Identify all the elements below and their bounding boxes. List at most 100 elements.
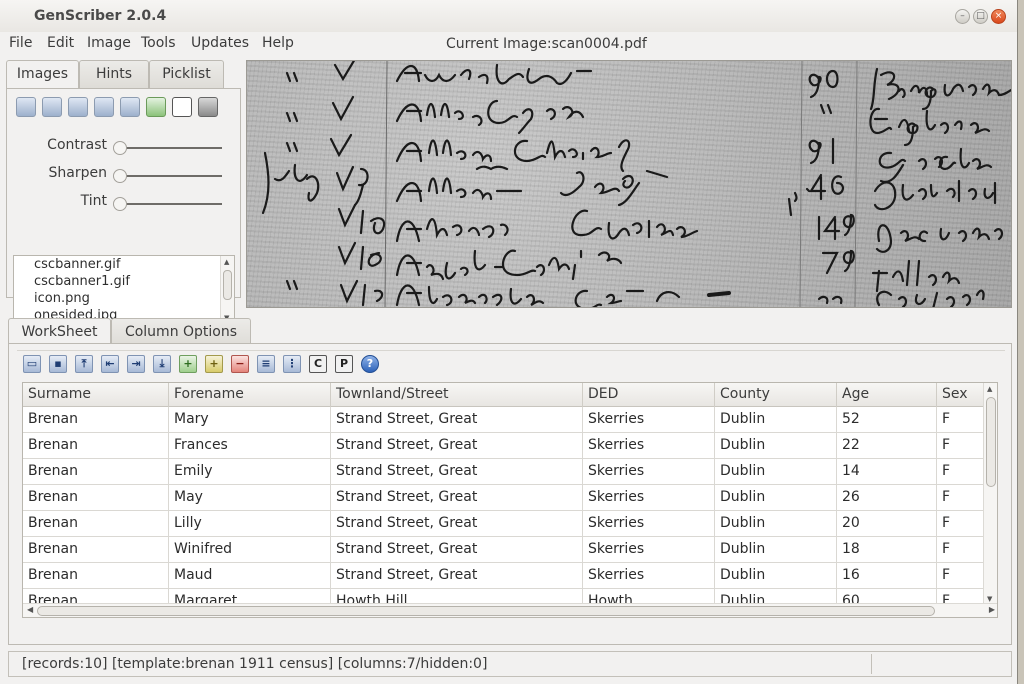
table-row[interactable]: Brenan Mary Strand Street, Great Skerries Du…: [23, 407, 985, 433]
tab-images[interactable]: Images: [6, 60, 79, 89]
cell-townland[interactable]: Strand Street, Great: [331, 511, 583, 537]
table-vertical-scrollbar[interactable]: ▲ ▼: [983, 383, 997, 605]
last-record-icon[interactable]: ⤓: [153, 355, 171, 373]
open-image-icon[interactable]: [16, 97, 36, 117]
cell-county[interactable]: Dublin: [715, 563, 837, 589]
zoom-fit-icon[interactable]: [120, 97, 140, 117]
cell-age[interactable]: 52: [837, 407, 937, 433]
column-header-forename[interactable]: Forename: [169, 383, 331, 407]
minimize-icon[interactable]: –: [955, 9, 970, 24]
cell-sex[interactable]: F: [937, 433, 985, 459]
column-header-county[interactable]: County: [715, 383, 837, 407]
cell-ded[interactable]: Skerries: [583, 459, 715, 485]
scroll-right-icon[interactable]: ▶: [989, 605, 995, 614]
save-icon[interactable]: ▪: [49, 355, 67, 373]
cell-county[interactable]: Dublin: [715, 407, 837, 433]
scroll-up-icon[interactable]: ▲: [224, 258, 229, 266]
cell-sex[interactable]: F: [937, 485, 985, 511]
cell-ded[interactable]: Skerries: [583, 433, 715, 459]
cell-ded[interactable]: Skerries: [583, 407, 715, 433]
cell-age[interactable]: 26: [837, 485, 937, 511]
cell-surname[interactable]: Brenan: [23, 563, 169, 589]
cell-ded[interactable]: Skerries: [583, 537, 715, 563]
cell-sex[interactable]: F: [937, 511, 985, 537]
cell-surname[interactable]: Brenan: [23, 511, 169, 537]
zoom-actual-icon[interactable]: [94, 97, 114, 117]
title-bar[interactable]: GenScriber 2.0.4 – □ ×: [0, 0, 1017, 32]
scroll-thumb[interactable]: [223, 270, 232, 300]
contrast-icon[interactable]: [172, 97, 192, 117]
column-header-surname[interactable]: Surname: [23, 383, 169, 407]
cell-townland[interactable]: Strand Street, Great: [331, 433, 583, 459]
cell-county[interactable]: Dublin: [715, 537, 837, 563]
cell-county[interactable]: Dublin: [715, 511, 837, 537]
cell-surname[interactable]: Brenan: [23, 459, 169, 485]
cell-sex[interactable]: F: [937, 459, 985, 485]
cell-county[interactable]: Dublin: [715, 459, 837, 485]
scroll-up-icon[interactable]: ▲: [987, 385, 992, 393]
contrast-slider[interactable]: [122, 147, 222, 149]
scroll-down-icon[interactable]: ▼: [987, 595, 992, 603]
scroll-thumb[interactable]: [986, 397, 996, 487]
sharpen-slider[interactable]: [122, 175, 222, 177]
cell-age[interactable]: 16: [837, 563, 937, 589]
cell-forename[interactable]: Winifred: [169, 537, 331, 563]
column-header-ded[interactable]: DED: [583, 383, 715, 407]
cell-forename[interactable]: May: [169, 485, 331, 511]
table-row[interactable]: Brenan Winifred Strand Street, Great Skerri…: [23, 537, 985, 563]
cell-surname[interactable]: Brenan: [23, 407, 169, 433]
paste-icon[interactable]: P: [335, 355, 353, 373]
sort-icon[interactable]: ≡: [257, 355, 275, 373]
close-icon[interactable]: ×: [991, 9, 1006, 24]
cell-county[interactable]: Dublin: [715, 433, 837, 459]
zoom-in-icon[interactable]: [42, 97, 62, 117]
add-highlight-icon[interactable]: +: [205, 355, 223, 373]
tab-picklist[interactable]: Picklist: [149, 60, 224, 88]
cell-ded[interactable]: Skerries: [583, 485, 715, 511]
tint-slider-knob[interactable]: [113, 197, 127, 211]
menu-updates[interactable]: Updates: [191, 35, 249, 51]
cell-age[interactable]: 18: [837, 537, 937, 563]
tab-column-options[interactable]: Column Options: [111, 318, 251, 346]
cell-age[interactable]: 14: [837, 459, 937, 485]
list-item[interactable]: cscbanner1.gif: [34, 274, 130, 289]
menu-help[interactable]: Help: [262, 35, 294, 51]
table-row[interactable]: Brenan Maud Strand Street, Great Skerries Du…: [23, 563, 985, 589]
previous-record-icon[interactable]: ⇤: [101, 355, 119, 373]
cell-age[interactable]: 20: [837, 511, 937, 537]
cell-surname[interactable]: Brenan: [23, 485, 169, 511]
tab-hints[interactable]: Hints: [79, 60, 149, 88]
cell-sex[interactable]: F: [937, 537, 985, 563]
help-icon[interactable]: ?: [361, 355, 379, 373]
census-image-viewer[interactable]: [246, 60, 1012, 308]
cell-sex[interactable]: F: [937, 407, 985, 433]
list-item[interactable]: cscbanner.gif: [34, 257, 121, 272]
cell-forename[interactable]: Mary: [169, 407, 331, 433]
rotate-icon[interactable]: [146, 97, 166, 117]
cell-surname[interactable]: Brenan: [23, 433, 169, 459]
sharpen-slider-knob[interactable]: [113, 169, 127, 183]
open-icon[interactable]: ▭: [23, 355, 41, 373]
cell-ded[interactable]: Skerries: [583, 511, 715, 537]
column-header-townland[interactable]: Townland/Street: [331, 383, 583, 407]
menu-edit[interactable]: Edit: [47, 35, 74, 51]
cell-county[interactable]: Dublin: [715, 485, 837, 511]
column-header-age[interactable]: Age: [837, 383, 937, 407]
menu-image[interactable]: Image: [87, 35, 131, 51]
columns-icon[interactable]: ⋮: [283, 355, 301, 373]
cell-forename[interactable]: Frances: [169, 433, 331, 459]
cell-forename[interactable]: Emily: [169, 459, 331, 485]
scroll-thumb[interactable]: [37, 606, 935, 616]
cell-townland[interactable]: Strand Street, Great: [331, 563, 583, 589]
cell-sex[interactable]: F: [937, 563, 985, 589]
menu-tools[interactable]: Tools: [141, 35, 176, 51]
tint-slider[interactable]: [122, 203, 222, 205]
table-row[interactable]: Brenan Lilly Strand Street, Great Skerries D…: [23, 511, 985, 537]
table-row[interactable]: Brenan Frances Strand Street, Great Skerrie…: [23, 433, 985, 459]
cell-townland[interactable]: Strand Street, Great: [331, 459, 583, 485]
file-list-scrollbar[interactable]: ▲ ▼: [220, 256, 234, 324]
cell-townland[interactable]: Strand Street, Great: [331, 407, 583, 433]
menu-file[interactable]: File: [9, 35, 32, 51]
table-horizontal-scrollbar[interactable]: ◀ ▶: [23, 603, 997, 617]
list-item[interactable]: icon.png: [34, 291, 90, 306]
